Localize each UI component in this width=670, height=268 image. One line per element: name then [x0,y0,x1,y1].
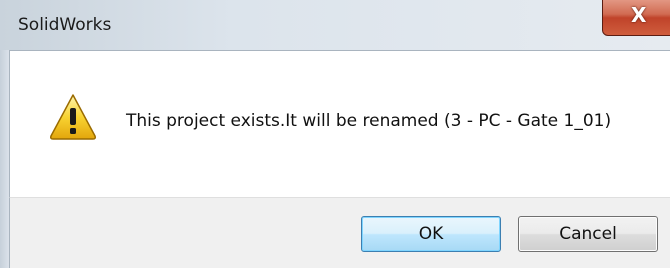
title-bar[interactable]: SolidWorks X [0,0,670,50]
close-button[interactable]: X [602,0,670,36]
close-icon: X [631,3,647,27]
ok-button[interactable]: OK [361,216,501,252]
warning-icon [50,94,96,140]
window-frame [0,50,9,268]
dialog-message: This project exists.It will be renamed (… [126,111,612,131]
dialog-title: SolidWorks [18,15,112,35]
cancel-button[interactable]: Cancel [518,216,658,252]
dialog-window: SolidWorks X This project exists.It will… [0,0,670,268]
